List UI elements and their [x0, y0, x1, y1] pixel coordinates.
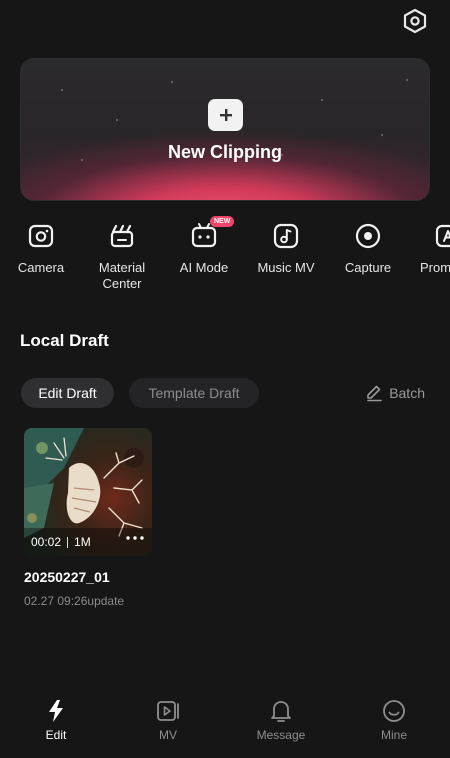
draft-thumbnail[interactable]: 00:02 1M: [24, 428, 152, 556]
tool-label: Music MV: [257, 260, 315, 275]
music-note-icon: [273, 223, 299, 249]
clapperboard-icon: [110, 224, 134, 248]
tab-mv[interactable]: MV: [112, 698, 224, 742]
new-clipping-label: New Clipping: [168, 142, 282, 162]
tab-label: Mine: [380, 728, 407, 742]
tab-mine[interactable]: Mine: [338, 698, 450, 742]
pencil-icon: [367, 385, 382, 402]
tool-camera[interactable]: Camera: [0, 218, 82, 276]
tab-message[interactable]: Message: [225, 698, 337, 742]
smiley-face-icon: [383, 700, 405, 722]
draft-name: 20250227_01: [24, 569, 110, 585]
lightning-icon: [49, 700, 63, 722]
tool-label: Material Center: [98, 260, 146, 291]
tool-capture[interactable]: Capture: [327, 218, 409, 276]
tool-label: AI Mode: [179, 260, 229, 275]
bell-icon: [271, 701, 291, 722]
camera-icon: [28, 224, 54, 248]
tool-label: Prom: [420, 260, 450, 275]
record-icon: [355, 223, 381, 249]
settings-button[interactable]: [400, 6, 430, 36]
draft-more-button[interactable]: [126, 527, 144, 545]
more-dots-icon: [126, 536, 144, 540]
section-title: Local Draft: [20, 331, 109, 350]
tool-ai-mode[interactable]: NEW AI Mode: [163, 216, 245, 276]
new-clipping-card[interactable]: New Clipping: [20, 58, 430, 201]
new-clipping-button[interactable]: [208, 99, 243, 131]
draft-duration: 00:02: [31, 535, 62, 549]
tab-label: Edit: [45, 728, 67, 742]
tab-label: MV: [159, 728, 177, 742]
tab-edit-draft[interactable]: Edit Draft: [21, 378, 114, 408]
draft-date: 02.27 09:26update: [24, 594, 125, 608]
tool-music-mv[interactable]: Music MV: [245, 218, 327, 276]
tab-label: Message: [256, 728, 306, 742]
tool-label: Capture: [344, 260, 392, 275]
draft-size: 1M: [74, 535, 91, 549]
prompt-icon: [435, 224, 450, 248]
plus-icon: [219, 109, 232, 121]
tools-row: Camera Material Center NEW AI Mode Music…: [0, 216, 450, 298]
new-badge: NEW: [210, 216, 235, 227]
settings-hex-icon: [403, 8, 427, 34]
batch-label: Batch: [389, 385, 425, 401]
tool-prompt[interactable]: Prom: [408, 218, 450, 276]
bottom-tab-bar: Edit MV Message Mine: [0, 694, 450, 758]
tool-material-center[interactable]: Material Center: [81, 218, 163, 292]
tab-edit[interactable]: Edit: [0, 698, 112, 742]
meta-divider: [67, 536, 69, 548]
draft-meta: 00:02 1M: [31, 535, 91, 549]
batch-button[interactable]: Batch: [365, 384, 425, 402]
tab-template-draft[interactable]: Template Draft: [129, 378, 259, 408]
video-play-icon: [157, 701, 179, 721]
tool-label: Camera: [17, 260, 65, 275]
